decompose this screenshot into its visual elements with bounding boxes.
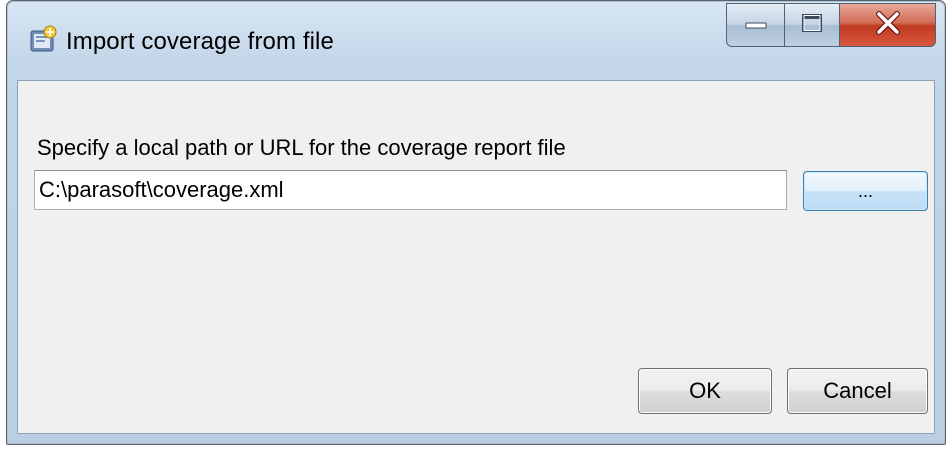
- title-bar[interactable]: Import coverage from file: [7, 1, 945, 71]
- import-coverage-app-icon: [29, 25, 59, 53]
- browse-button[interactable]: ...: [803, 171, 928, 211]
- close-button[interactable]: [840, 3, 936, 47]
- maximize-icon: [801, 13, 823, 38]
- dialog-window: Import coverage from file Specify a loca…: [6, 0, 946, 445]
- coverage-path-input[interactable]: [34, 170, 787, 210]
- ok-button[interactable]: OK: [638, 368, 772, 414]
- minimize-icon: [745, 16, 767, 34]
- window-title: Import coverage from file: [66, 28, 334, 55]
- minimize-button[interactable]: [726, 3, 784, 47]
- path-prompt-label: Specify a local path or URL for the cove…: [37, 135, 566, 160]
- cancel-button[interactable]: Cancel: [787, 368, 928, 414]
- close-icon: [875, 10, 901, 40]
- caption-buttons: [726, 3, 936, 49]
- maximize-button[interactable]: [784, 3, 840, 47]
- dialog-content: Specify a local path or URL for the cove…: [17, 80, 935, 434]
